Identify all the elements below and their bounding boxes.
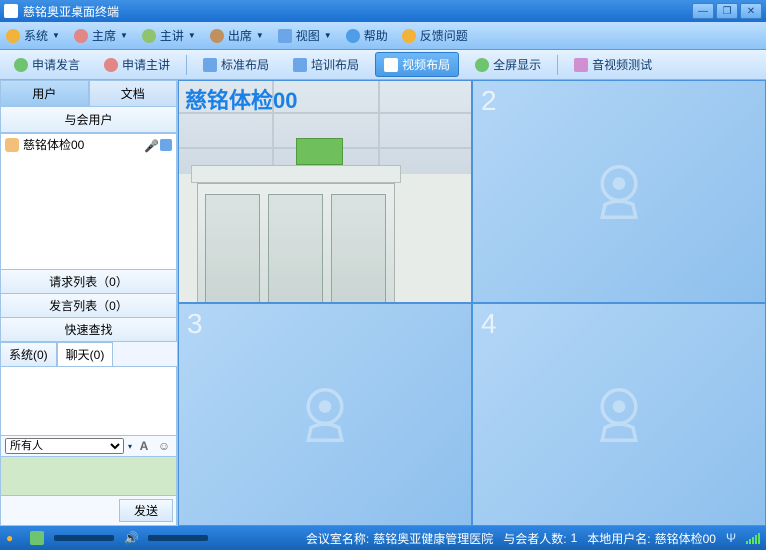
video-grid: 慈铭体检00 2 3 4 [178,80,766,526]
cam-icon [160,139,172,151]
menu-attend[interactable]: 出席▼ [210,27,264,44]
chat-target-drop-icon[interactable]: ▾ [128,442,132,451]
video-cell-1[interactable]: 慈铭体检00 [178,80,472,303]
tool-av-test[interactable]: 音视频测试 [566,53,660,76]
status-cam-meter [54,535,114,541]
camera-placeholder-icon [584,380,654,450]
mic-icon: 🎤 [144,139,156,151]
subtab-system[interactable]: 系统(0) [0,342,57,367]
status-cam-icon[interactable] [30,531,44,545]
tool-layout-standard[interactable]: 标准布局 [195,53,277,76]
menu-feedback[interactable]: 反馈问题 [402,27,468,44]
signal-icon [746,532,760,544]
menu-host[interactable]: 主席▼ [74,27,128,44]
chat-target-select[interactable]: 所有人 [5,438,124,454]
menu-lecturer[interactable]: 主讲▼ [142,27,196,44]
video-cell-4[interactable]: 4 [472,303,766,526]
user-row[interactable]: 慈铭体检00 🎤 [1,134,176,155]
video-cell-3[interactable]: 3 [178,303,472,526]
status-speaker-icon[interactable]: 🔊 [124,531,138,545]
btn-request-list[interactable]: 请求列表（0） [0,269,177,294]
window-title: 慈铭奥亚桌面终端 [23,3,119,20]
tab-user[interactable]: 用户 [0,80,89,107]
minimize-button[interactable]: — [692,3,714,19]
user-avatar-icon [5,138,19,152]
subtab-chat[interactable]: 聊天(0) [57,342,114,367]
user-list[interactable]: 慈铭体检00 🎤 [0,133,177,270]
camera-placeholder-icon [290,380,360,450]
toolbar: 申请发言 申请主讲 标准布局 培训布局 视频布局 全屏显示 音视频测试 [0,50,766,80]
app-icon [4,4,18,18]
video-cell-2[interactable]: 2 [472,80,766,303]
user-name: 慈铭体检00 [23,136,140,153]
btn-quick-find[interactable]: 快速查找 [0,317,177,342]
tool-layout-full[interactable]: 全屏显示 [467,53,549,76]
status-count: 与会者人数:1 [503,530,577,547]
chat-input[interactable] [0,456,177,496]
chat-tools: 所有人 ▾ A ☺ [0,435,177,457]
status-local-user: 本地用户名:慈铭体检00 [587,530,716,547]
camera-placeholder-icon [584,157,654,227]
status-room: 会议室名称:慈铭奥亚健康管理医院 [306,530,493,547]
status-speaker-meter [148,535,208,541]
menu-help[interactable]: 帮助 [346,27,388,44]
btn-conference-users[interactable]: 与会用户 [0,106,177,133]
tool-layout-train[interactable]: 培训布局 [285,53,367,76]
btn-speak-list[interactable]: 发言列表（0） [0,293,177,318]
maximize-button[interactable]: ❐ [716,3,738,19]
sidebar: 用户 文档 与会用户 慈铭体检00 🎤 请求列表（0） 发言列表（0） 快速查找… [0,80,178,526]
tool-apply-lecture[interactable]: 申请主讲 [96,53,178,76]
tool-apply-speak[interactable]: 申请发言 [6,53,88,76]
close-button[interactable]: ✕ [740,3,762,19]
video-feed-content: 慈铭体检00 [179,81,471,302]
cell-number: 4 [481,308,497,340]
tab-doc[interactable]: 文档 [89,80,178,107]
tool-layout-video[interactable]: 视频布局 [375,52,459,77]
menu-view[interactable]: 视图▼ [278,27,332,44]
cell-number: 3 [187,308,203,340]
chat-history[interactable] [0,366,177,436]
send-button[interactable]: 发送 [119,499,173,522]
video-overlay-label: 慈铭体检00 [185,83,297,115]
cell-number: 2 [481,85,497,117]
statusbar: ● 🔊 会议室名称:慈铭奥亚健康管理医院 与会者人数:1 本地用户名:慈铭体检0… [0,526,766,550]
menu-system[interactable]: 系统▼ [6,27,60,44]
status-record-icon[interactable]: ● [6,531,20,545]
emoji-icon[interactable]: ☺ [156,438,172,454]
antenna-icon: Ψ [726,531,736,545]
menubar: 系统▼ 主席▼ 主讲▼ 出席▼ 视图▼ 帮助 反馈问题 [0,22,766,50]
font-icon[interactable]: A [136,438,152,454]
titlebar: 慈铭奥亚桌面终端 — ❐ ✕ [0,0,766,22]
